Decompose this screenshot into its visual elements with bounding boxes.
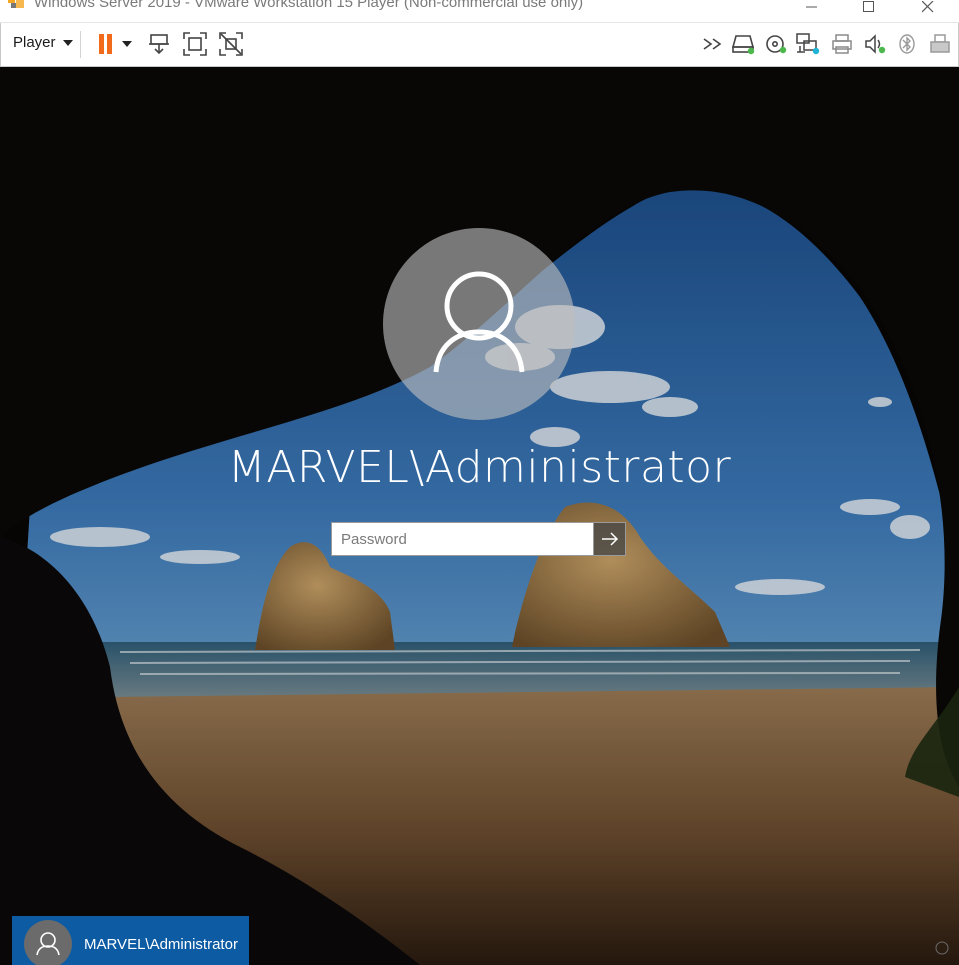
login-username: MARVEL\Administrator — [227, 442, 732, 493]
usb-icon — [930, 34, 950, 53]
submit-button[interactable] — [593, 522, 626, 556]
network-adapter-button[interactable] — [795, 31, 821, 57]
cd-dvd-button[interactable] — [763, 31, 789, 57]
cd-dvd-icon — [766, 35, 787, 54]
maximize-button[interactable] — [846, 0, 892, 22]
power-options-dropdown[interactable] — [117, 31, 137, 57]
close-button[interactable] — [905, 0, 951, 22]
printer-icon — [832, 34, 852, 54]
maximize-icon — [863, 1, 874, 12]
window-title-bar: Windows Server 2019 - VMware Workstation… — [0, 0, 959, 23]
forward-button[interactable] — [700, 31, 726, 57]
user-icon — [433, 271, 525, 373]
bluetooth-icon — [899, 34, 915, 54]
lock-screen-wallpaper — [0, 67, 959, 965]
password-input[interactable] — [331, 522, 593, 556]
bluetooth-button[interactable] — [894, 31, 920, 57]
unity-icon — [219, 32, 243, 56]
forward-icon — [703, 38, 722, 50]
user-tile-avatar — [24, 920, 72, 965]
user-icon — [36, 932, 60, 956]
usb-button[interactable] — [927, 31, 953, 57]
vm-display[interactable]: MARVEL\Administrator MARVEL\Administrato… — [0, 67, 959, 965]
fullscreen-button[interactable] — [182, 31, 208, 57]
fullscreen-icon — [183, 32, 207, 56]
hard-disk-button[interactable] — [730, 31, 756, 57]
unity-button[interactable] — [218, 31, 244, 57]
chevron-down-icon — [62, 39, 73, 46]
pause-icon — [99, 34, 112, 54]
vmware-logo-icon — [8, 0, 24, 8]
sound-icon — [865, 34, 886, 54]
window-title: Windows Server 2019 - VMware Workstation… — [34, 0, 584, 11]
hard-disk-icon — [731, 35, 755, 55]
ease-of-access-icon[interactable] — [935, 941, 949, 955]
player-menu[interactable]: Player — [13, 34, 73, 51]
user-tile-name: MARVEL\Administrator — [84, 936, 238, 953]
vmware-toolbar: Player — [0, 23, 959, 67]
arrow-right-icon — [601, 532, 618, 546]
minimize-button[interactable] — [789, 0, 835, 22]
password-row — [331, 522, 627, 558]
pause-button[interactable] — [93, 31, 119, 57]
printer-button[interactable] — [829, 31, 855, 57]
user-switch-tile[interactable]: MARVEL\Administrator — [12, 916, 249, 965]
send-ctrl-alt-del-button[interactable] — [146, 31, 172, 57]
chevron-down-icon — [122, 41, 132, 47]
sound-button[interactable] — [862, 31, 888, 57]
user-avatar — [383, 228, 575, 420]
player-menu-label: Player — [13, 34, 56, 51]
toolbar-divider — [80, 31, 81, 58]
close-icon — [922, 1, 934, 13]
network-adapter-icon — [796, 33, 820, 55]
minimize-icon — [806, 6, 817, 8]
send-ctrl-alt-del-icon — [149, 34, 169, 55]
